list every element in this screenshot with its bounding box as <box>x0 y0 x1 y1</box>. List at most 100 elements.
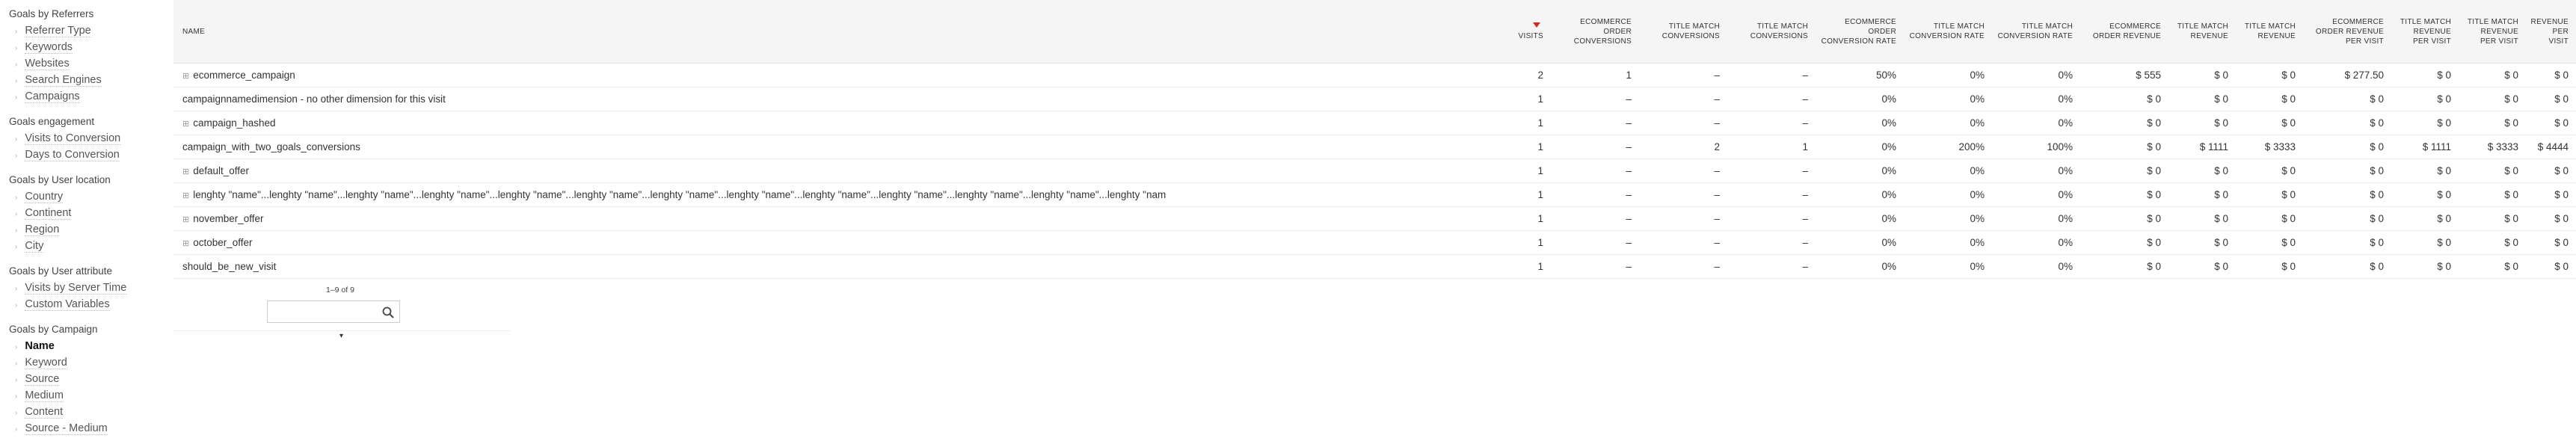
column-header-name[interactable]: NAME <box>173 0 1504 64</box>
metric-cell: 0% <box>1816 158 1904 183</box>
metric-cell: – <box>1551 254 1639 279</box>
sidebar-item-visits-by-server-time[interactable]: › Visits by Server Time <box>0 280 170 296</box>
table-row[interactable]: ⊞ default_offer 1– – –0% 0% 0% $ 0 $ 0 $ 0 $ 0 $ 0 $… <box>173 158 2576 183</box>
column-header-title-match-revenue-per-visit[interactable]: TITLE MATCH REVENUE PER VISIT <box>2459 0 2526 64</box>
metric-cell: $ 0 <box>2391 182 2459 207</box>
sidebar-item-city[interactable]: › City <box>0 238 170 254</box>
chevron-right-icon: › <box>15 376 18 384</box>
search-input[interactable] <box>271 302 378 323</box>
table-row[interactable]: should_be_new_visit 1– – –0% 0% 0% $ 0 $ 0 $ 0 $ … <box>173 254 2576 279</box>
column-header-title-match-revenue[interactable]: TITLE MATCH REVENUE <box>2168 0 2236 64</box>
row-label[interactable]: ⊞ lenghty "name"...lenghty "name"...lengh… <box>173 182 1504 207</box>
column-header-title-match-conversions[interactable]: TITLE MATCH CONVERSIONS <box>1639 0 1727 64</box>
metric-cell: 0% <box>1992 87 2080 111</box>
sidebar-item-continent[interactable]: › Continent <box>0 205 170 221</box>
metric-cell: 0% <box>1992 254 2080 279</box>
metric-cell: 0% <box>1816 111 1904 135</box>
chevron-right-icon: › <box>15 194 18 202</box>
sidebar-item-country[interactable]: › Country <box>0 188 170 205</box>
expand-plus-icon[interactable]: ⊞ <box>182 167 189 176</box>
sidebar-item-content[interactable]: › Content <box>0 404 170 420</box>
expand-plus-icon[interactable]: ⊞ <box>182 191 189 200</box>
row-name-text: ecommerce_campaign <box>193 70 295 81</box>
metric-cell: – <box>1727 206 1816 231</box>
chevron-right-icon: › <box>15 152 18 160</box>
footer-divider <box>173 330 510 331</box>
metric-cell: $ 0 <box>2303 182 2391 207</box>
column-header-ecommerce-order-revenue[interactable]: ECOMMERCE ORDER REVENUE <box>2080 0 2168 64</box>
sidebar-item-keywords[interactable]: › Keywords <box>0 39 170 55</box>
limit-selector[interactable]: ▾ <box>339 332 343 340</box>
sidebar-item-name[interactable]: › Name <box>0 338 170 354</box>
column-header-ecommerce-order-revenue-per-visit[interactable]: ECOMMERCE ORDER REVENUE PER VISIT <box>2303 0 2391 64</box>
sidebar-item-keyword[interactable]: › Keyword <box>0 354 170 371</box>
metric-cell: $ 0 <box>2391 111 2459 135</box>
metric-cell: $ 0 <box>2526 111 2576 135</box>
row-name-text: october_offer <box>193 237 253 248</box>
column-header-title-match-conversion-rate[interactable]: TITLE MATCH CONVERSION RATE <box>1992 0 2080 64</box>
expand-plus-icon[interactable]: ⊞ <box>182 215 189 224</box>
chevron-right-icon: › <box>15 301 18 309</box>
table-row[interactable]: campaign_with_two_goals_conversions 1–2 1 0… <box>173 135 2576 159</box>
chevron-right-icon: › <box>15 343 18 351</box>
column-header-ecommerce-order-conversion-rate[interactable]: ECOMMERCE ORDER CONVERSION RATE <box>1816 0 1904 64</box>
search-icon[interactable] <box>381 306 395 319</box>
metric-cell: 0% <box>1904 254 1992 279</box>
column-header-visits[interactable]: VISITS <box>1504 0 1551 64</box>
metric-cell: – <box>1551 158 1639 183</box>
table-row[interactable]: ⊞ november_offer 1– – –0% 0% 0% $ 0 $ 0 $ 0 $ 0 $ 0… <box>173 206 2576 231</box>
table-search[interactable] <box>267 300 400 323</box>
row-name-text: campaignnamedimension - no other dimensi… <box>182 93 446 105</box>
metric-cell: 0% <box>1904 206 1992 231</box>
metric-cell: 1 <box>1504 158 1551 183</box>
expand-plus-icon[interactable]: ⊞ <box>182 238 189 248</box>
metric-cell: – <box>1727 87 1816 111</box>
row-label[interactable]: ⊞ november_offer <box>173 206 1504 231</box>
sidebar-item-referrer-type[interactable]: › Referrer Type <box>0 22 170 39</box>
metric-cell: $ 0 <box>2526 87 2576 111</box>
column-header-title-match-revenue[interactable]: TITLE MATCH REVENUE <box>2236 0 2303 64</box>
column-header-title-match-conversions[interactable]: TITLE MATCH CONVERSIONS <box>1727 0 1816 64</box>
row-label[interactable]: ⊞ campaign_hashed <box>173 111 1504 135</box>
chevron-right-icon: › <box>15 93 18 102</box>
row-name-text: campaign_with_two_goals_conversions <box>182 141 360 152</box>
metric-cell: $ 0 <box>2303 158 2391 183</box>
table-row[interactable]: ⊞ ecommerce_campaign 2 1– –50% 0% 0% $ 555 $ 0 $ … <box>173 63 2576 87</box>
sidebar-item-medium[interactable]: › Medium <box>0 387 170 404</box>
metric-cell: 0% <box>1904 182 1992 207</box>
sidebar-item-search-engines[interactable]: › Search Engines <box>0 72 170 88</box>
column-header-title-match-revenue-per-visit[interactable]: TITLE MATCH REVENUE PER VISIT <box>2391 0 2459 64</box>
chevron-right-icon: › <box>15 135 18 144</box>
sidebar-item-region[interactable]: › Region <box>0 221 170 238</box>
metric-cell: 0% <box>1992 206 2080 231</box>
row-label[interactable]: ⊞ ecommerce_campaign <box>173 63 1504 87</box>
metric-cell: $ 0 <box>2168 206 2236 231</box>
metric-cell: $ 0 <box>2391 206 2459 231</box>
sidebar-item-visits-to-conversion[interactable]: › Visits to Conversion <box>0 130 170 147</box>
column-header-revenue-per-visit[interactable]: REVENUE PER VISIT <box>2526 0 2576 64</box>
sidebar-item-source-medium[interactable]: › Source - Medium <box>0 420 170 437</box>
column-header-ecommerce-order-conversions[interactable]: ECOMMERCE ORDER CONVERSIONS <box>1551 0 1639 64</box>
metric-cell: 0% <box>1904 158 1992 183</box>
sidebar-group-user-attribute: Goals by User attribute › Visits by Serve… <box>0 263 170 312</box>
table-row[interactable]: ⊞ october_offer 1– – –0% 0% 0% $ 0 $ 0 $ 0 $ 0 $ 0 $… <box>173 230 2576 255</box>
metric-cell: $ 0 <box>2236 206 2303 231</box>
metric-cell: 0% <box>1816 182 1904 207</box>
sidebar-item-campaigns[interactable]: › Campaigns <box>0 88 170 105</box>
expand-plus-icon[interactable]: ⊞ <box>182 71 189 81</box>
metric-cell: – <box>1551 111 1639 135</box>
table-row[interactable]: ⊞ campaign_hashed 1– – –0% 0% 0% $ 0 $ 0 $ 0 $ 0 $ … <box>173 111 2576 135</box>
column-header-title-match-conversion-rate[interactable]: TITLE MATCH CONVERSION RATE <box>1904 0 1992 64</box>
sidebar-item-custom-variables[interactable]: › Custom Variables <box>0 296 170 312</box>
table-row[interactable]: ⊞ lenghty "name"...lenghty "name"...lengh… <box>173 182 2576 207</box>
table-row[interactable]: campaignnamedimension - no other dimensi… <box>173 87 2576 111</box>
row-label[interactable]: ⊞ october_offer <box>173 230 1504 255</box>
sidebar-item-days-to-conversion[interactable]: › Days to Conversion <box>0 147 170 163</box>
metric-cell: 0% <box>1904 87 1992 111</box>
sidebar-item-websites[interactable]: › Websites <box>0 55 170 72</box>
sidebar-item-source[interactable]: › Source <box>0 371 170 387</box>
metric-cell: $ 0 <box>2168 254 2236 279</box>
row-label: campaignnamedimension - no other dimensi… <box>173 87 1504 111</box>
row-label[interactable]: ⊞ default_offer <box>173 158 1504 183</box>
expand-plus-icon[interactable]: ⊞ <box>182 119 189 129</box>
